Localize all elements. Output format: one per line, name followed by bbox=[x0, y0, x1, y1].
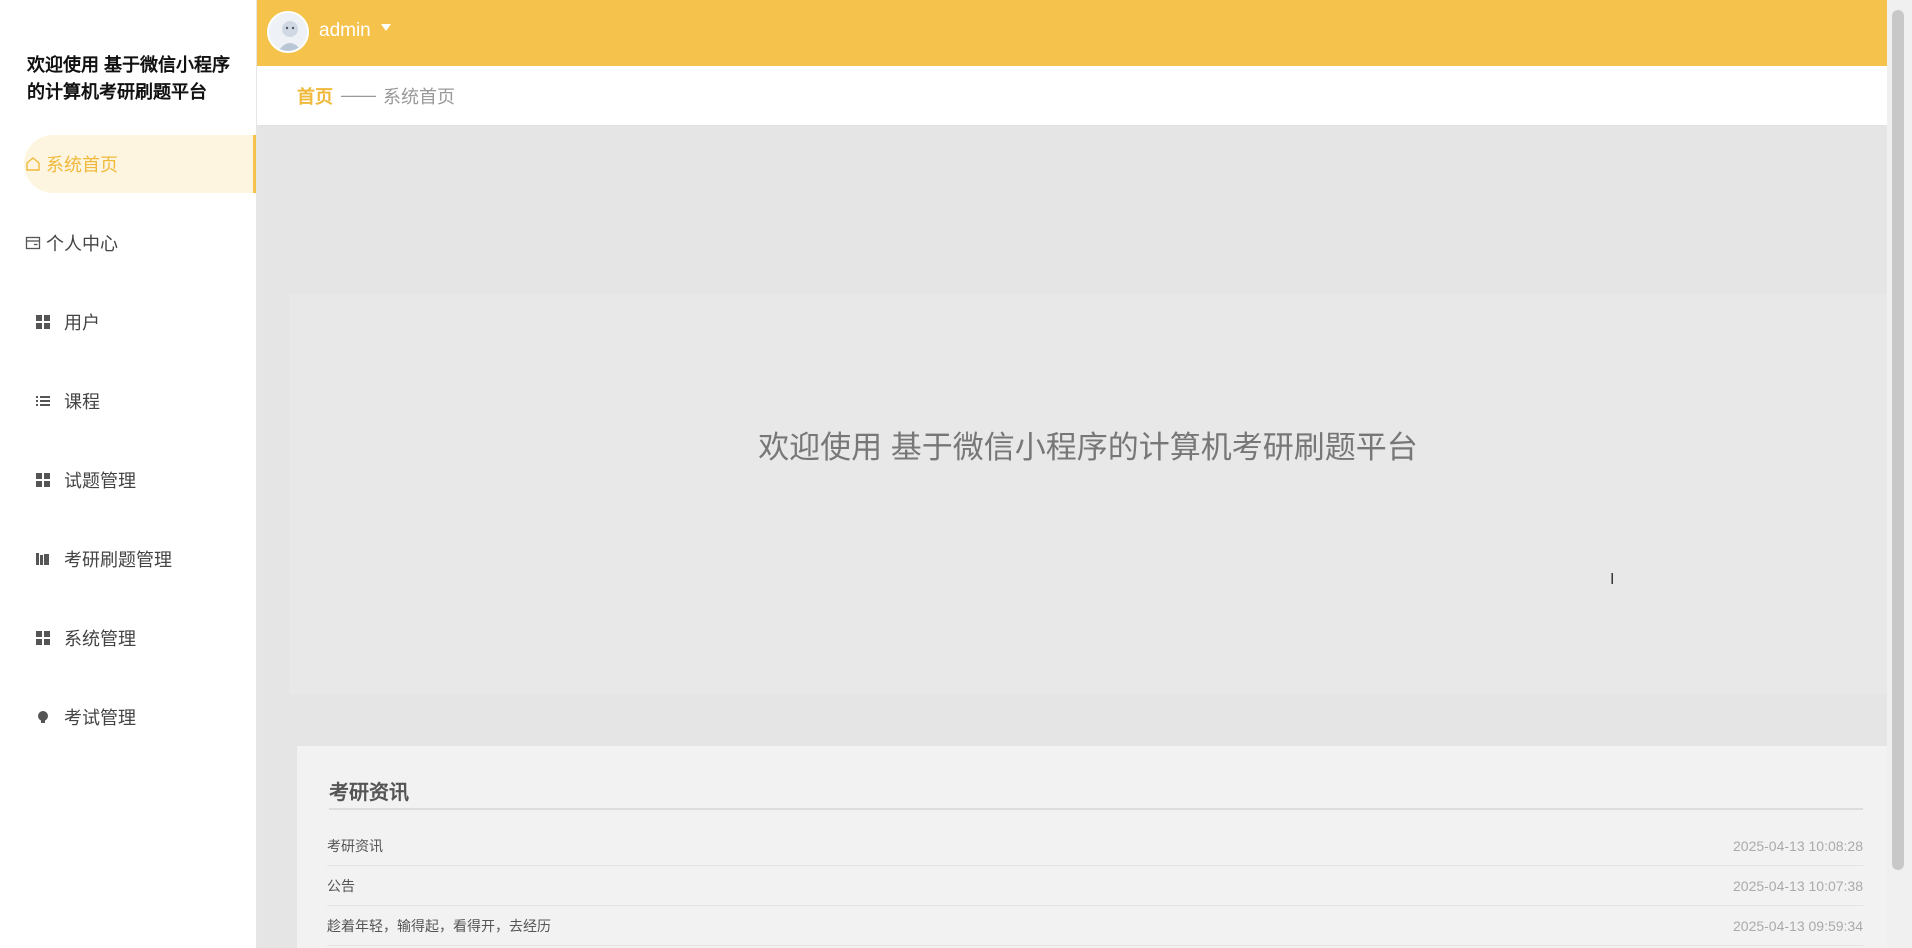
library-icon bbox=[34, 550, 52, 568]
sidebar-item-label: 系统首页 bbox=[46, 155, 118, 175]
sidebar-item-users[interactable]: 用户 bbox=[24, 293, 256, 351]
news-item-title: 公告 bbox=[327, 877, 355, 894]
grid-icon bbox=[34, 629, 52, 647]
sidebar-item-courses[interactable]: 课程 bbox=[24, 372, 256, 430]
scrollbar-thumb[interactable] bbox=[1892, 10, 1904, 870]
home-icon bbox=[24, 155, 42, 173]
grid-icon bbox=[34, 313, 52, 331]
news-item-date: 2025-04-13 09:59:34 bbox=[1733, 917, 1863, 934]
list-icon bbox=[34, 392, 52, 410]
news-item-date: 2025-04-13 10:07:38 bbox=[1733, 877, 1863, 894]
grid-icon bbox=[34, 471, 52, 489]
sidebar-item-label: 个人中心 bbox=[46, 234, 118, 254]
breadcrumb-separator: —— bbox=[341, 85, 376, 105]
news-item[interactable]: 趁着年轻，输得起，看得开，去经历 2025-04-13 09:59:34 bbox=[327, 906, 1863, 946]
brand-title: 欢迎使用 基于微信小程序的计算机考研刷题平台 bbox=[27, 55, 230, 102]
topbar: admin bbox=[257, 0, 1887, 66]
sidebar-item-home[interactable]: 系统首页 bbox=[24, 135, 256, 193]
main-content: 欢迎使用 基于微信小程序的计算机考研刷题平台 考研资讯 考研资讯 2025-04… bbox=[257, 126, 1887, 948]
news-panel: 考研资讯 考研资讯 2025-04-13 10:08:28 公告 2025-04… bbox=[297, 746, 1887, 948]
sidebar-item-label: 课程 bbox=[64, 392, 100, 412]
news-item-title: 趁着年轻，输得起，看得开，去经历 bbox=[327, 917, 551, 934]
scrollbar[interactable] bbox=[1887, 0, 1912, 948]
app-root: 欢迎使用 基于微信小程序的计算机考研刷题平台 系统首页 个人中心 用户 课程 试… bbox=[0, 0, 1912, 948]
sidebar-item-exams[interactable]: 考试管理 bbox=[24, 688, 256, 746]
breadcrumb-current: 系统首页 bbox=[383, 86, 455, 107]
news-item-title: 考研资讯 bbox=[327, 837, 383, 854]
sidebar-item-label: 试题管理 bbox=[64, 471, 136, 491]
news-item[interactable]: 公告 2025-04-13 10:07:38 bbox=[327, 866, 1863, 906]
sidebar-item-practice[interactable]: 考研刷题管理 bbox=[24, 530, 256, 588]
news-item-date: 2025-04-13 10:08:28 bbox=[1733, 837, 1863, 854]
sidebar-item-label: 考研刷题管理 bbox=[64, 550, 172, 570]
sidebar-item-system[interactable]: 系统管理 bbox=[24, 609, 256, 667]
sidebar-item-label: 考试管理 bbox=[64, 708, 136, 728]
text-cursor-icon: I bbox=[1610, 571, 1615, 588]
news-title: 考研资讯 bbox=[329, 782, 409, 804]
news-item[interactable]: 考研资讯 2025-04-13 10:08:28 bbox=[327, 826, 1863, 866]
username[interactable]: admin bbox=[319, 20, 371, 42]
avatar[interactable] bbox=[267, 11, 309, 53]
welcome-text: 欢迎使用 基于微信小程序的计算机考研刷题平台 bbox=[758, 430, 1418, 465]
breadcrumb-home[interactable]: 首页 bbox=[297, 83, 333, 109]
divider bbox=[329, 808, 1863, 810]
sidebar-item-profile[interactable]: 个人中心 bbox=[24, 214, 256, 272]
chevron-down-icon[interactable] bbox=[381, 24, 391, 31]
bulb-icon bbox=[34, 708, 52, 726]
card-icon bbox=[24, 234, 42, 252]
breadcrumb: 首页 —— 系统首页 bbox=[257, 66, 1887, 126]
sidebar-item-label: 系统管理 bbox=[64, 629, 136, 649]
sidebar-item-label: 用户 bbox=[64, 313, 100, 333]
sidebar-item-questions[interactable]: 试题管理 bbox=[24, 451, 256, 509]
sidebar: 欢迎使用 基于微信小程序的计算机考研刷题平台 系统首页 个人中心 用户 课程 试… bbox=[0, 0, 257, 948]
welcome-panel: 欢迎使用 基于微信小程序的计算机考研刷题平台 bbox=[289, 294, 1887, 694]
